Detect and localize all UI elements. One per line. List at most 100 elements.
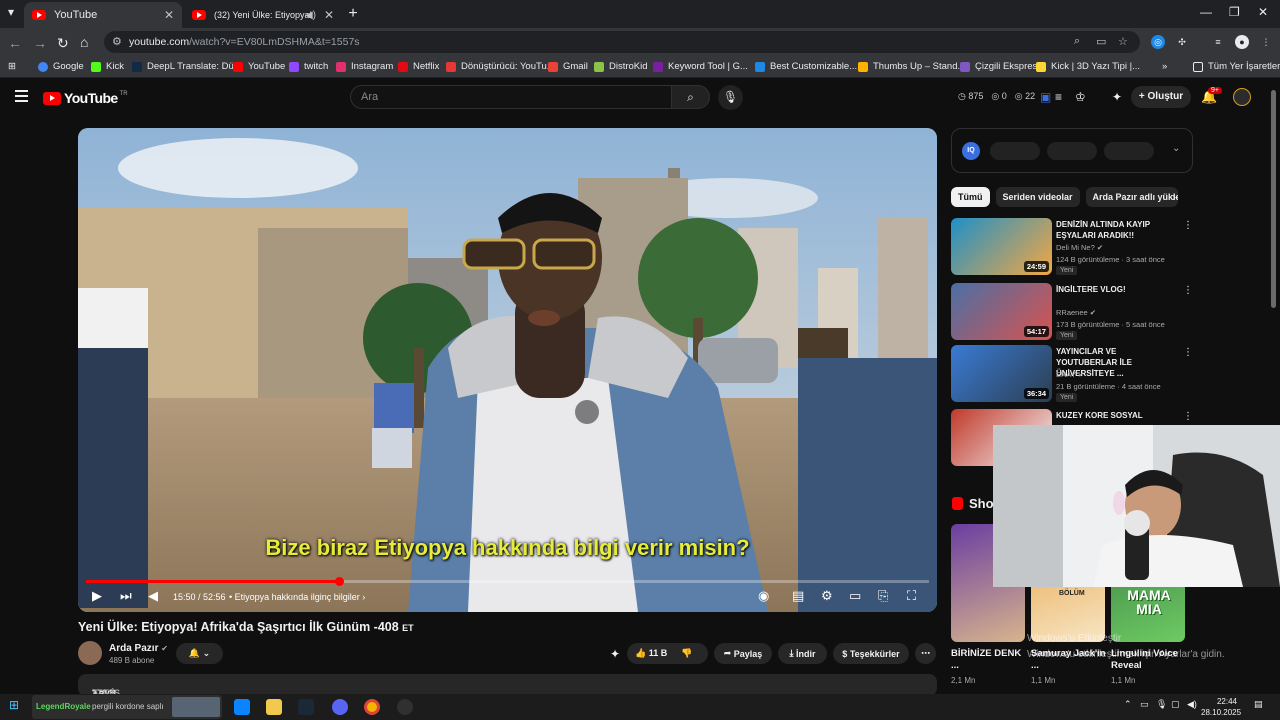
more-options-icon[interactable]: ⋮ bbox=[1183, 411, 1193, 422]
all-bookmarks[interactable]: Tüm Yer İşaretleri bbox=[1193, 61, 1280, 72]
window-close-icon[interactable]: ✕ bbox=[1258, 5, 1268, 19]
chip-all[interactable]: Tümü bbox=[951, 187, 990, 207]
back-icon[interactable]: ← bbox=[8, 35, 22, 51]
bookmark-star-icon[interactable]: ☆ bbox=[1118, 35, 1128, 48]
bookmark-item[interactable]: YouTube bbox=[233, 61, 285, 72]
video-thumbnail[interactable]: 24:59 bbox=[951, 218, 1052, 275]
reload-icon[interactable]: ↻ bbox=[57, 35, 69, 52]
copilot-icon[interactable] bbox=[234, 699, 250, 715]
settings-gear-icon[interactable]: ⚙ bbox=[821, 588, 833, 604]
subtitles-icon[interactable]: ▤ bbox=[792, 588, 804, 604]
address-bar[interactable]: ⚙ youtube.com/watch?v=EV80LmDSHMA&t=1557… bbox=[104, 31, 1140, 53]
discord-icon[interactable] bbox=[332, 699, 348, 715]
apps-grid-icon[interactable]: ⊞ bbox=[8, 61, 16, 72]
tab-video[interactable]: (32) Yeni Ülke: Etiyopya! Afr ◀) ✕ bbox=[184, 2, 342, 28]
minimize-icon[interactable]: — bbox=[1200, 5, 1212, 19]
home-icon[interactable]: ⌂ bbox=[80, 34, 88, 50]
extension-slot[interactable] bbox=[990, 142, 1040, 160]
tab-search-icon[interactable]: ▾ bbox=[8, 5, 14, 19]
restore-icon[interactable]: ❐ bbox=[1229, 5, 1240, 19]
bookmark-item[interactable]: Dönüştürücü: YouTu... bbox=[446, 61, 555, 72]
bookmarks-more-icon[interactable]: » bbox=[1162, 61, 1167, 72]
play-icon[interactable]: ▶ bbox=[92, 588, 102, 604]
tray-volume-icon[interactable]: ◀) bbox=[1187, 699, 1197, 710]
forward-icon[interactable]: → bbox=[33, 35, 47, 51]
volume-icon[interactable]: ◀ bbox=[148, 588, 158, 604]
recommendation-item[interactable]: 54:17 İNGİLTERE VLOG! RRaenee ✔ 173 B görün… bbox=[951, 283, 1193, 341]
hamburger-menu-icon[interactable] bbox=[15, 90, 28, 105]
chrome-icon[interactable] bbox=[364, 699, 380, 715]
tab-youtube[interactable]: YouTube ✕ bbox=[24, 2, 182, 28]
bookmark-item[interactable]: Best Customizable... bbox=[755, 61, 857, 72]
reading-list-icon[interactable]: ≡ bbox=[1211, 35, 1225, 49]
video-thumbnail[interactable]: 54:17 bbox=[951, 283, 1052, 340]
cast-icon[interactable]: ⎘ bbox=[878, 588, 888, 604]
obs-icon[interactable] bbox=[397, 699, 413, 715]
create-button[interactable]: + Oluştur bbox=[1131, 86, 1191, 108]
chevron-down-icon[interactable]: ⌄ bbox=[1172, 143, 1180, 154]
taskbar-search[interactable]: LegendRoyale pergili kordone saplı bbox=[32, 695, 222, 719]
recommendation-item[interactable]: 24:59 DENİZİN ALTINDA KAYIP EŞYALARI ARAD… bbox=[951, 218, 1193, 276]
site-info-icon[interactable]: ⚙ bbox=[112, 35, 122, 48]
more-options-icon[interactable]: ⋮ bbox=[1183, 220, 1193, 231]
profile-icon[interactable]: ● bbox=[1235, 35, 1249, 49]
video-thumbnail[interactable]: 36:34 bbox=[951, 345, 1052, 402]
menu-dots-icon[interactable]: ⋮ bbox=[1259, 35, 1273, 49]
video-player[interactable]: Bize biraz Etiyopya hakkında bilgi verir… bbox=[78, 128, 937, 612]
progress-scrubber[interactable] bbox=[335, 577, 344, 586]
speaker-icon[interactable]: ◀) bbox=[305, 10, 316, 21]
share-button[interactable]: ➦ Paylaş bbox=[714, 643, 772, 664]
extension-slot[interactable] bbox=[1047, 142, 1097, 160]
tray-display-icon[interactable]: ▢ bbox=[1171, 699, 1180, 710]
install-app-icon[interactable]: ▭ bbox=[1096, 35, 1106, 48]
account-avatar[interactable] bbox=[1233, 88, 1251, 106]
page-scrollbar[interactable] bbox=[1271, 90, 1276, 308]
bookmark-item[interactable]: DistroKid bbox=[594, 61, 648, 72]
bookmark-item[interactable]: Thumbs Up – Stand... bbox=[858, 61, 965, 72]
file-explorer-icon[interactable] bbox=[266, 699, 282, 715]
channel-avatar[interactable] bbox=[78, 641, 102, 665]
bookmark-item[interactable]: Keyword Tool | G... bbox=[653, 61, 748, 72]
close-tab-icon[interactable]: ✕ bbox=[164, 8, 174, 22]
like-button[interactable]: 👍 11 B bbox=[635, 648, 667, 659]
autoplay-toggle-icon[interactable]: ◉ bbox=[758, 588, 769, 604]
bookmark-item[interactable]: Instagram bbox=[336, 61, 393, 72]
extension-icon[interactable]: ◎ bbox=[1151, 35, 1165, 49]
dislike-icon[interactable]: 👎 bbox=[681, 648, 692, 659]
award-icon[interactable]: ♔ bbox=[1075, 90, 1086, 104]
thanks-button[interactable]: $ Teşekkürler bbox=[833, 643, 909, 664]
more-actions-button[interactable]: ⋯ bbox=[915, 643, 936, 664]
progress-bar[interactable] bbox=[86, 577, 929, 586]
chevron-right-icon[interactable]: › bbox=[1172, 190, 1176, 204]
recommendation-channel[interactable]: ERAY ✔ bbox=[1056, 370, 1084, 379]
notification-center-icon[interactable]: ▤ bbox=[1254, 699, 1263, 710]
list-icon[interactable]: ≡ bbox=[1055, 90, 1062, 104]
channel-name[interactable]: Arda Pazır ✔ bbox=[109, 643, 168, 654]
short-title[interactable]: BİRİNİZE DENK ... bbox=[951, 648, 1027, 672]
youtube-logo[interactable]: YouTube TR bbox=[43, 90, 128, 106]
search-input[interactable]: Ara bbox=[350, 85, 672, 109]
chapter-title[interactable]: • Etiyopya hakkında ilginç bilgiler › bbox=[229, 592, 365, 602]
new-tab-button[interactable]: + bbox=[344, 5, 362, 23]
zoom-search-icon[interactable]: ⌕ bbox=[1074, 35, 1080, 48]
bookmark-item[interactable]: Gmail bbox=[548, 61, 588, 72]
bookmark-item[interactable]: Kick bbox=[91, 61, 124, 72]
bookmark-item[interactable]: Google bbox=[38, 61, 84, 72]
voice-search-button[interactable]: 🎙 bbox=[718, 85, 743, 110]
tray-mic-icon[interactable]: 🎙 bbox=[1156, 699, 1167, 710]
chip-series[interactable]: Seriden videolar bbox=[995, 187, 1080, 207]
taskbar-clock[interactable]: 22:44 28.10.2025 bbox=[1201, 696, 1241, 718]
download-button[interactable]: ⤓ İndir bbox=[778, 643, 827, 664]
extension-badge-icon[interactable]: ▣ bbox=[1040, 90, 1051, 104]
tray-network-icon[interactable]: ▭ bbox=[1140, 699, 1149, 710]
search-button[interactable]: ⌕ bbox=[671, 85, 710, 109]
steam-icon[interactable] bbox=[298, 699, 314, 715]
create-magic-icon[interactable]: ✦ bbox=[1112, 90, 1122, 104]
bookmark-item[interactable]: Çizgili Ekspres bbox=[960, 61, 1037, 72]
ai-summary-icon[interactable]: ✦ bbox=[610, 647, 620, 661]
fullscreen-icon[interactable]: ⛶ bbox=[907, 588, 916, 604]
extensions-puzzle-icon[interactable]: ✣ bbox=[1175, 35, 1189, 49]
recommendation-title[interactable]: İNGİLTERE VLOG! bbox=[1056, 284, 1168, 295]
bookmark-item[interactable]: twitch bbox=[289, 61, 328, 72]
more-options-icon[interactable]: ⋮ bbox=[1183, 285, 1193, 296]
